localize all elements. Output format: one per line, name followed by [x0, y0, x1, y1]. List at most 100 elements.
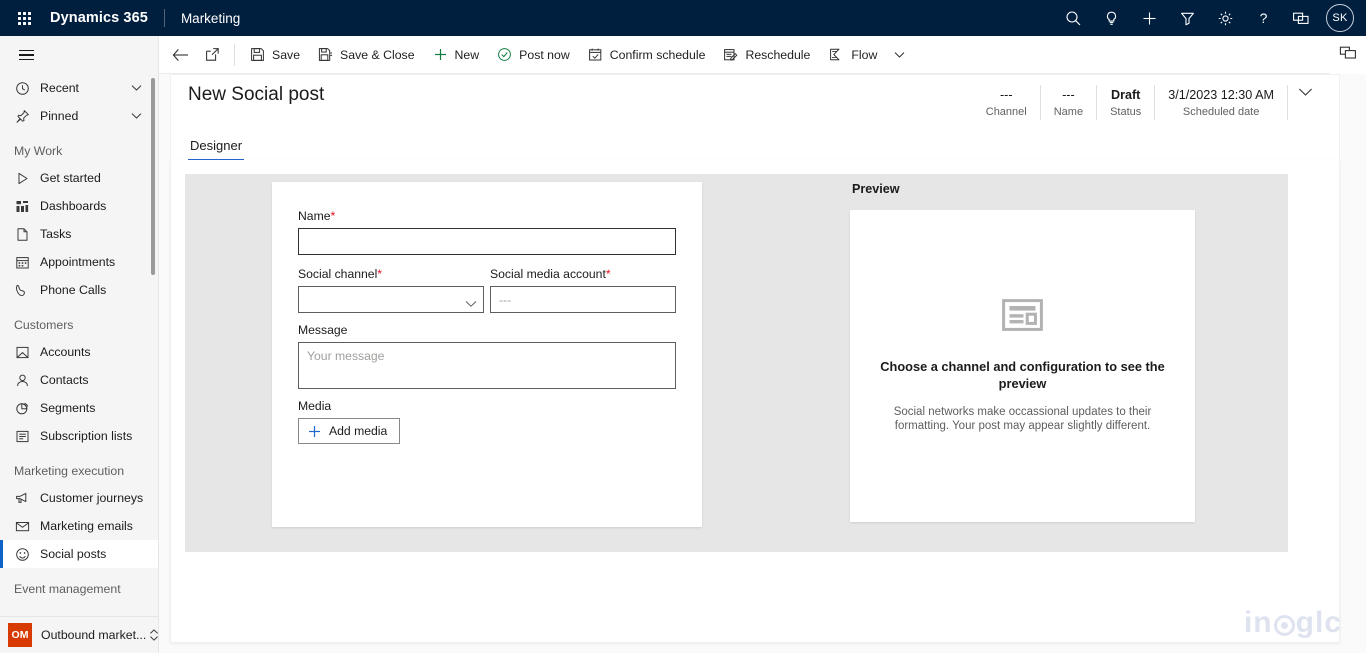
search-icon[interactable] — [1054, 0, 1092, 36]
sidebar-group-title: Marketing execution — [14, 464, 125, 478]
svg-text:?: ? — [1259, 10, 1267, 26]
field-media: Media Add media — [298, 399, 676, 444]
required-asterisk: * — [330, 209, 336, 223]
field-social-media-account: Social media account* — [490, 267, 676, 313]
sidebar-item-label: Contacts — [40, 373, 89, 387]
top-navigation-bar: Dynamics 365 Marketing ? SK — [0, 0, 1366, 36]
record-header: New Social post --- Channel --- Name Dra… — [170, 74, 1340, 161]
confirm-schedule-icon — [588, 47, 603, 62]
filter-icon[interactable] — [1168, 0, 1206, 36]
gear-icon[interactable] — [1206, 0, 1244, 36]
header-field-label: Channel — [985, 106, 1027, 118]
sidebar-scroll-region: Recent Pinned My Work Get started Dashbo… — [0, 74, 158, 640]
save-icon — [250, 47, 265, 62]
task-icon — [14, 226, 30, 242]
sidebar-item-label: Marketing emails — [40, 519, 133, 533]
sidebar-item-accounts[interactable]: Accounts — [0, 338, 158, 366]
header-field-value: --- — [999, 88, 1013, 102]
app-switcher-label: Outbound market... — [41, 628, 147, 642]
more-commands-button[interactable] — [886, 36, 912, 74]
sidebar-item-tasks[interactable]: Tasks — [0, 220, 158, 248]
subscription-icon — [14, 428, 30, 444]
message-textarea[interactable] — [298, 342, 676, 389]
megaphone-icon — [14, 490, 30, 506]
save-and-close-button-label: Save & Close — [340, 47, 415, 62]
field-label-social-media-account: Social media account* — [490, 267, 611, 281]
save-and-close-button[interactable]: Save & Close — [309, 36, 424, 74]
header-field-label: Status — [1110, 106, 1142, 118]
name-input[interactable] — [298, 228, 676, 255]
required-asterisk: * — [377, 267, 383, 281]
contact-icon — [14, 372, 30, 388]
side-panel-button[interactable] — [1330, 36, 1366, 74]
reschedule-icon — [723, 47, 738, 62]
field-label-social-channel: Social channel* — [298, 267, 383, 281]
header-field-value: --- — [1062, 88, 1075, 102]
header-field-name: --- Name — [1041, 85, 1098, 120]
field-social-channel: Social channel* — [298, 267, 484, 313]
sidebar-item-label: Phone Calls — [40, 283, 107, 297]
sidebar-item-label: Appointments — [40, 255, 116, 269]
record-header-fields: --- Channel --- Name Draft Status 3/1/20… — [973, 85, 1313, 120]
expand-header-button[interactable] — [1288, 85, 1313, 120]
chevron-down-icon[interactable] — [131, 84, 142, 92]
sidebar-item-phone-calls[interactable]: Phone Calls — [0, 276, 158, 304]
sidebar-group-title: Event management — [14, 582, 121, 596]
sidebar-item-subscription-lists[interactable]: Subscription lists — [0, 422, 158, 450]
feedback-icon[interactable] — [1282, 0, 1320, 36]
app-switcher-button[interactable]: OM Outbound market... — [0, 616, 158, 653]
command-bar: Save Save & Close New Post now Confirm s… — [159, 36, 1366, 74]
post-now-icon — [497, 47, 512, 62]
confirm-schedule-button-label: Confirm schedule — [609, 47, 706, 62]
back-button[interactable] — [164, 36, 196, 74]
social-channel-select[interactable] — [298, 286, 484, 313]
sidebar-item-label: Get started — [40, 171, 101, 185]
flow-button[interactable]: Flow — [819, 36, 886, 74]
designer-panel: Name* Social channel* Social media accou… — [170, 160, 1340, 643]
sidebar-item-social-posts[interactable]: Social posts — [0, 540, 158, 568]
add-media-button[interactable]: Add media — [298, 418, 401, 444]
sidebar-item-dashboards[interactable]: Dashboards — [0, 192, 158, 220]
plus-icon[interactable] — [1130, 0, 1168, 36]
popout-button[interactable] — [196, 36, 228, 74]
confirm-schedule-button[interactable]: Confirm schedule — [579, 36, 715, 74]
required-asterisk: * — [605, 267, 611, 281]
waffle-menu-button[interactable] — [0, 0, 48, 36]
brand-divider — [163, 9, 165, 27]
sidebar-item-segments[interactable]: Segments — [0, 394, 158, 422]
new-button[interactable]: New — [424, 36, 489, 74]
sidebar-item-contacts[interactable]: Contacts — [0, 366, 158, 394]
sidebar-item-get-started[interactable]: Get started — [0, 164, 158, 192]
post-now-button[interactable]: Post now — [488, 36, 579, 74]
help-icon[interactable]: ? — [1244, 0, 1282, 36]
app-badge: OM — [8, 623, 32, 647]
site-map-button[interactable] — [4, 36, 48, 74]
save-button[interactable]: Save — [241, 36, 309, 74]
watermark-suffix: glc — [1295, 606, 1342, 639]
sidebar-item-label: Pinned — [40, 109, 79, 123]
avatar[interactable]: SK — [1326, 4, 1354, 32]
designer-canvas: Name* Social channel* Social media accou… — [185, 174, 1288, 552]
reschedule-button-label: Reschedule — [745, 47, 811, 62]
lightbulb-icon[interactable] — [1092, 0, 1130, 36]
tab-designer[interactable]: Designer — [188, 138, 245, 161]
sidebar-item-marketing-emails[interactable]: Marketing emails — [0, 512, 158, 540]
watermark-prefix: in — [1243, 606, 1273, 639]
social-media-account-input[interactable] — [490, 286, 676, 313]
topbar-actions: ? SK — [1054, 0, 1366, 36]
calendar-icon — [14, 254, 30, 270]
flow-icon — [828, 47, 844, 62]
sidebar-group-title: My Work — [14, 144, 63, 158]
preview-heading: Choose a channel and configuration to se… — [880, 359, 1165, 391]
tab-label: Designer — [190, 138, 243, 153]
sidebar-item-appointments[interactable]: Appointments — [0, 248, 158, 276]
tab-strip: Designer — [188, 130, 245, 161]
sidebar-item-recent[interactable]: Recent — [0, 74, 158, 102]
reschedule-button[interactable]: Reschedule — [714, 36, 819, 74]
sidebar-item-label: Dashboards — [40, 199, 107, 213]
chevron-down-icon[interactable] — [131, 112, 142, 120]
sidebar-item-customer-journeys[interactable]: Customer journeys — [0, 484, 158, 512]
watermark-o-icon — [1273, 614, 1295, 636]
sidebar-item-pinned[interactable]: Pinned — [0, 102, 158, 130]
sidebar-item-label: Subscription lists — [40, 429, 133, 443]
